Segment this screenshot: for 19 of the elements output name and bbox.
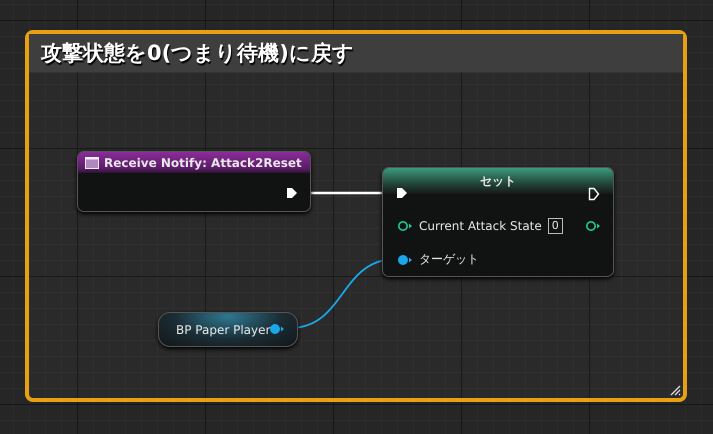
- exec-pin-icon[interactable]: [396, 187, 408, 199]
- set-node[interactable]: セット Current Attack State 0 ターゲット: [382, 167, 614, 277]
- comment-title: 攻撃状態を0(つまり待機)に戻す: [41, 40, 354, 67]
- exec-pin-icon[interactable]: [588, 187, 600, 201]
- pin-icon[interactable]: [397, 220, 413, 232]
- pin-label: ターゲット: [419, 251, 479, 268]
- event-icon: [85, 156, 99, 168]
- variable-node[interactable]: BP Paper Player: [158, 312, 298, 347]
- node-title: セット: [480, 172, 516, 190]
- value-field[interactable]: 0: [548, 218, 563, 234]
- node-title: BP Paper Player: [176, 322, 270, 336]
- pin-icon[interactable]: [397, 254, 413, 266]
- pin-icon[interactable]: [585, 220, 601, 232]
- resize-grip-icon[interactable]: [669, 384, 681, 396]
- node-title: Receive Notify: Attack2Reset: [104, 156, 302, 170]
- pin-icon[interactable]: [269, 323, 285, 335]
- event-node[interactable]: Receive Notify: Attack2Reset: [77, 151, 311, 212]
- exec-pin-icon[interactable]: [286, 187, 298, 199]
- pin-label: Current Attack State: [419, 219, 542, 233]
